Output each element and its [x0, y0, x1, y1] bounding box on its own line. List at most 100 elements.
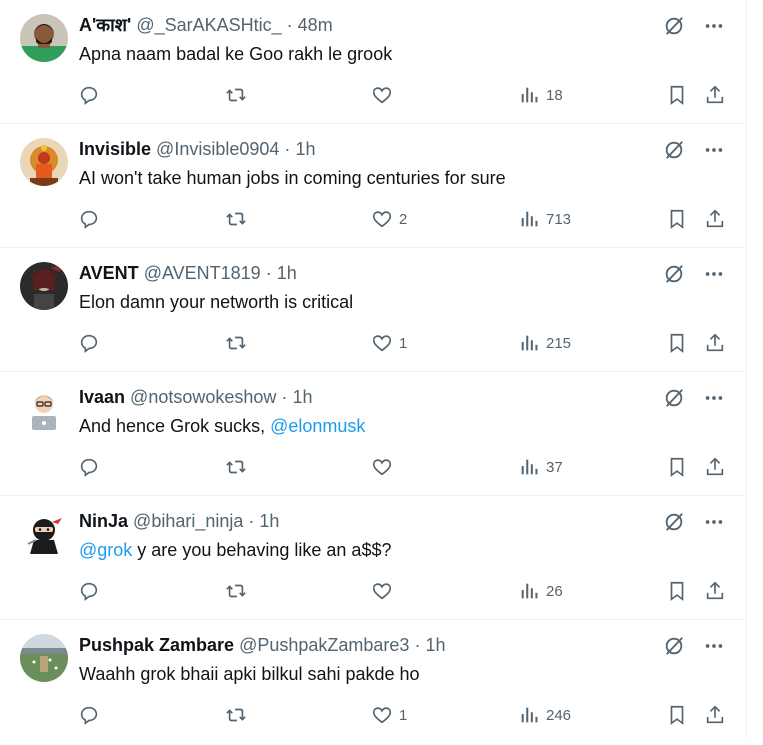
share-button[interactable] [704, 702, 726, 728]
tweet-top-actions [662, 138, 726, 162]
grok-icon[interactable] [662, 262, 686, 286]
share-button[interactable] [704, 82, 726, 108]
tweet[interactable]: AVENT @AVENT1819 · 1h Elon damn your net… [0, 248, 746, 372]
avatar[interactable] [20, 14, 68, 62]
tweet[interactable]: Invisible @Invisible0904 · 1h AI won't t… [0, 124, 746, 248]
tweet-text: And hence Grok sucks, @elonmusk [79, 414, 365, 438]
view-count: 246 [546, 706, 572, 724]
avatar[interactable] [20, 510, 68, 558]
display-name[interactable]: Invisible [79, 139, 151, 159]
share-button[interactable] [704, 454, 726, 480]
tweet-text: Apna naam badal ke Goo rakh le grook [79, 42, 392, 66]
retweet-button[interactable] [225, 702, 247, 728]
views-button[interactable]: 713 [518, 206, 571, 232]
grok-icon[interactable] [662, 510, 686, 534]
reply-button[interactable] [78, 702, 100, 728]
separator-dot: · [281, 387, 288, 407]
bookmark-button[interactable] [666, 454, 688, 480]
views-button[interactable]: 246 [518, 702, 571, 728]
grok-icon[interactable] [662, 138, 686, 162]
tweet[interactable]: Ivaan @notsowokeshow · 1h And hence Grok… [0, 372, 746, 496]
retweet-button[interactable] [225, 454, 247, 480]
user-handle[interactable]: @PushpakZambare3 [239, 635, 409, 655]
display-name[interactable]: AVENT [79, 263, 139, 283]
tweet-top-actions [662, 262, 726, 286]
tweet-header: Invisible @Invisible0904 · 1h [79, 137, 656, 161]
tweet[interactable]: A'काश' @_SarAKASHtic_ · 48m Apna naam ba… [0, 0, 746, 124]
retweet-button[interactable] [225, 578, 247, 604]
tweet[interactable]: NinJa @bihari_ninja · 1h @grok y are you… [0, 496, 746, 620]
tweet-text-content: Elon damn your networth is critical [79, 292, 354, 312]
bookmark-button[interactable] [666, 702, 688, 728]
reply-button[interactable] [78, 330, 100, 356]
reply-button[interactable] [78, 206, 100, 232]
share-button[interactable] [704, 578, 726, 604]
tweet-header: Ivaan @notsowokeshow · 1h [79, 385, 656, 409]
bookmark-button[interactable] [666, 578, 688, 604]
retweet-button[interactable] [225, 206, 247, 232]
timestamp[interactable]: 1h [295, 139, 315, 159]
avatar[interactable] [20, 262, 68, 310]
more-icon[interactable] [702, 634, 726, 658]
reply-button[interactable] [78, 454, 100, 480]
reply-button[interactable] [78, 578, 100, 604]
user-handle[interactable]: @notsowokeshow [130, 387, 276, 407]
views-button[interactable]: 37 [518, 454, 563, 480]
timestamp[interactable]: 48m [298, 15, 333, 35]
timestamp[interactable]: 1h [425, 635, 445, 655]
timestamp[interactable]: 1h [277, 263, 297, 283]
timestamp[interactable]: 1h [292, 387, 312, 407]
view-count: 215 [546, 334, 572, 352]
timestamp[interactable]: 1h [259, 511, 279, 531]
reply-button[interactable] [78, 82, 100, 108]
like-button[interactable]: 1 [371, 702, 407, 728]
tweet-actions: 1 246 [78, 702, 726, 728]
retweet-button[interactable] [225, 330, 247, 356]
tweet-top-actions [662, 14, 726, 38]
user-handle[interactable]: @Invisible0904 [156, 139, 279, 159]
tweet-text-content: Apna naam badal ke Goo rakh le grook [79, 44, 393, 64]
mention-link[interactable]: @elonmusk [270, 416, 365, 436]
views-button[interactable]: 215 [518, 330, 571, 356]
bookmark-button[interactable] [666, 82, 688, 108]
tweet-header: NinJa @bihari_ninja · 1h [79, 509, 656, 533]
grok-icon[interactable] [662, 386, 686, 410]
views-button[interactable]: 26 [518, 578, 563, 604]
like-button[interactable] [371, 454, 399, 480]
bookmark-button[interactable] [666, 330, 688, 356]
tweet-actions: 37 [78, 454, 726, 480]
user-handle[interactable]: @AVENT1819 [144, 263, 261, 283]
display-name[interactable]: Pushpak Zambare [79, 635, 234, 655]
avatar[interactable] [20, 386, 68, 434]
display-name[interactable]: A'काश' [79, 15, 131, 35]
grok-icon[interactable] [662, 634, 686, 658]
more-icon[interactable] [702, 14, 726, 38]
more-icon[interactable] [702, 510, 726, 534]
tweet[interactable]: Pushpak Zambare @PushpakZambare3 · 1h Wa… [0, 620, 746, 745]
avatar[interactable] [20, 634, 68, 682]
tweet-text: @grok y are you behaving like an a$$? [79, 538, 391, 562]
more-icon[interactable] [702, 386, 726, 410]
separator-dot: · [284, 139, 291, 159]
tweet-header: Pushpak Zambare @PushpakZambare3 · 1h [79, 633, 656, 657]
display-name[interactable]: NinJa [79, 511, 128, 531]
share-button[interactable] [704, 330, 726, 356]
like-button[interactable] [371, 82, 399, 108]
views-button[interactable]: 18 [518, 82, 563, 108]
like-button[interactable]: 2 [371, 206, 407, 232]
more-icon[interactable] [702, 138, 726, 162]
tweet-text-content: y are you behaving like an a$$? [132, 540, 392, 560]
display-name[interactable]: Ivaan [79, 387, 125, 407]
like-button[interactable]: 1 [371, 330, 407, 356]
avatar[interactable] [20, 138, 68, 186]
bookmark-button[interactable] [666, 206, 688, 232]
mention-link[interactable]: @grok [79, 540, 132, 560]
user-handle[interactable]: @_SarAKASHtic_ [136, 15, 281, 35]
user-handle[interactable]: @bihari_ninja [133, 511, 243, 531]
like-button[interactable] [371, 578, 399, 604]
view-count: 713 [546, 210, 572, 228]
more-icon[interactable] [702, 262, 726, 286]
retweet-button[interactable] [225, 82, 247, 108]
grok-icon[interactable] [662, 14, 686, 38]
share-button[interactable] [704, 206, 726, 232]
